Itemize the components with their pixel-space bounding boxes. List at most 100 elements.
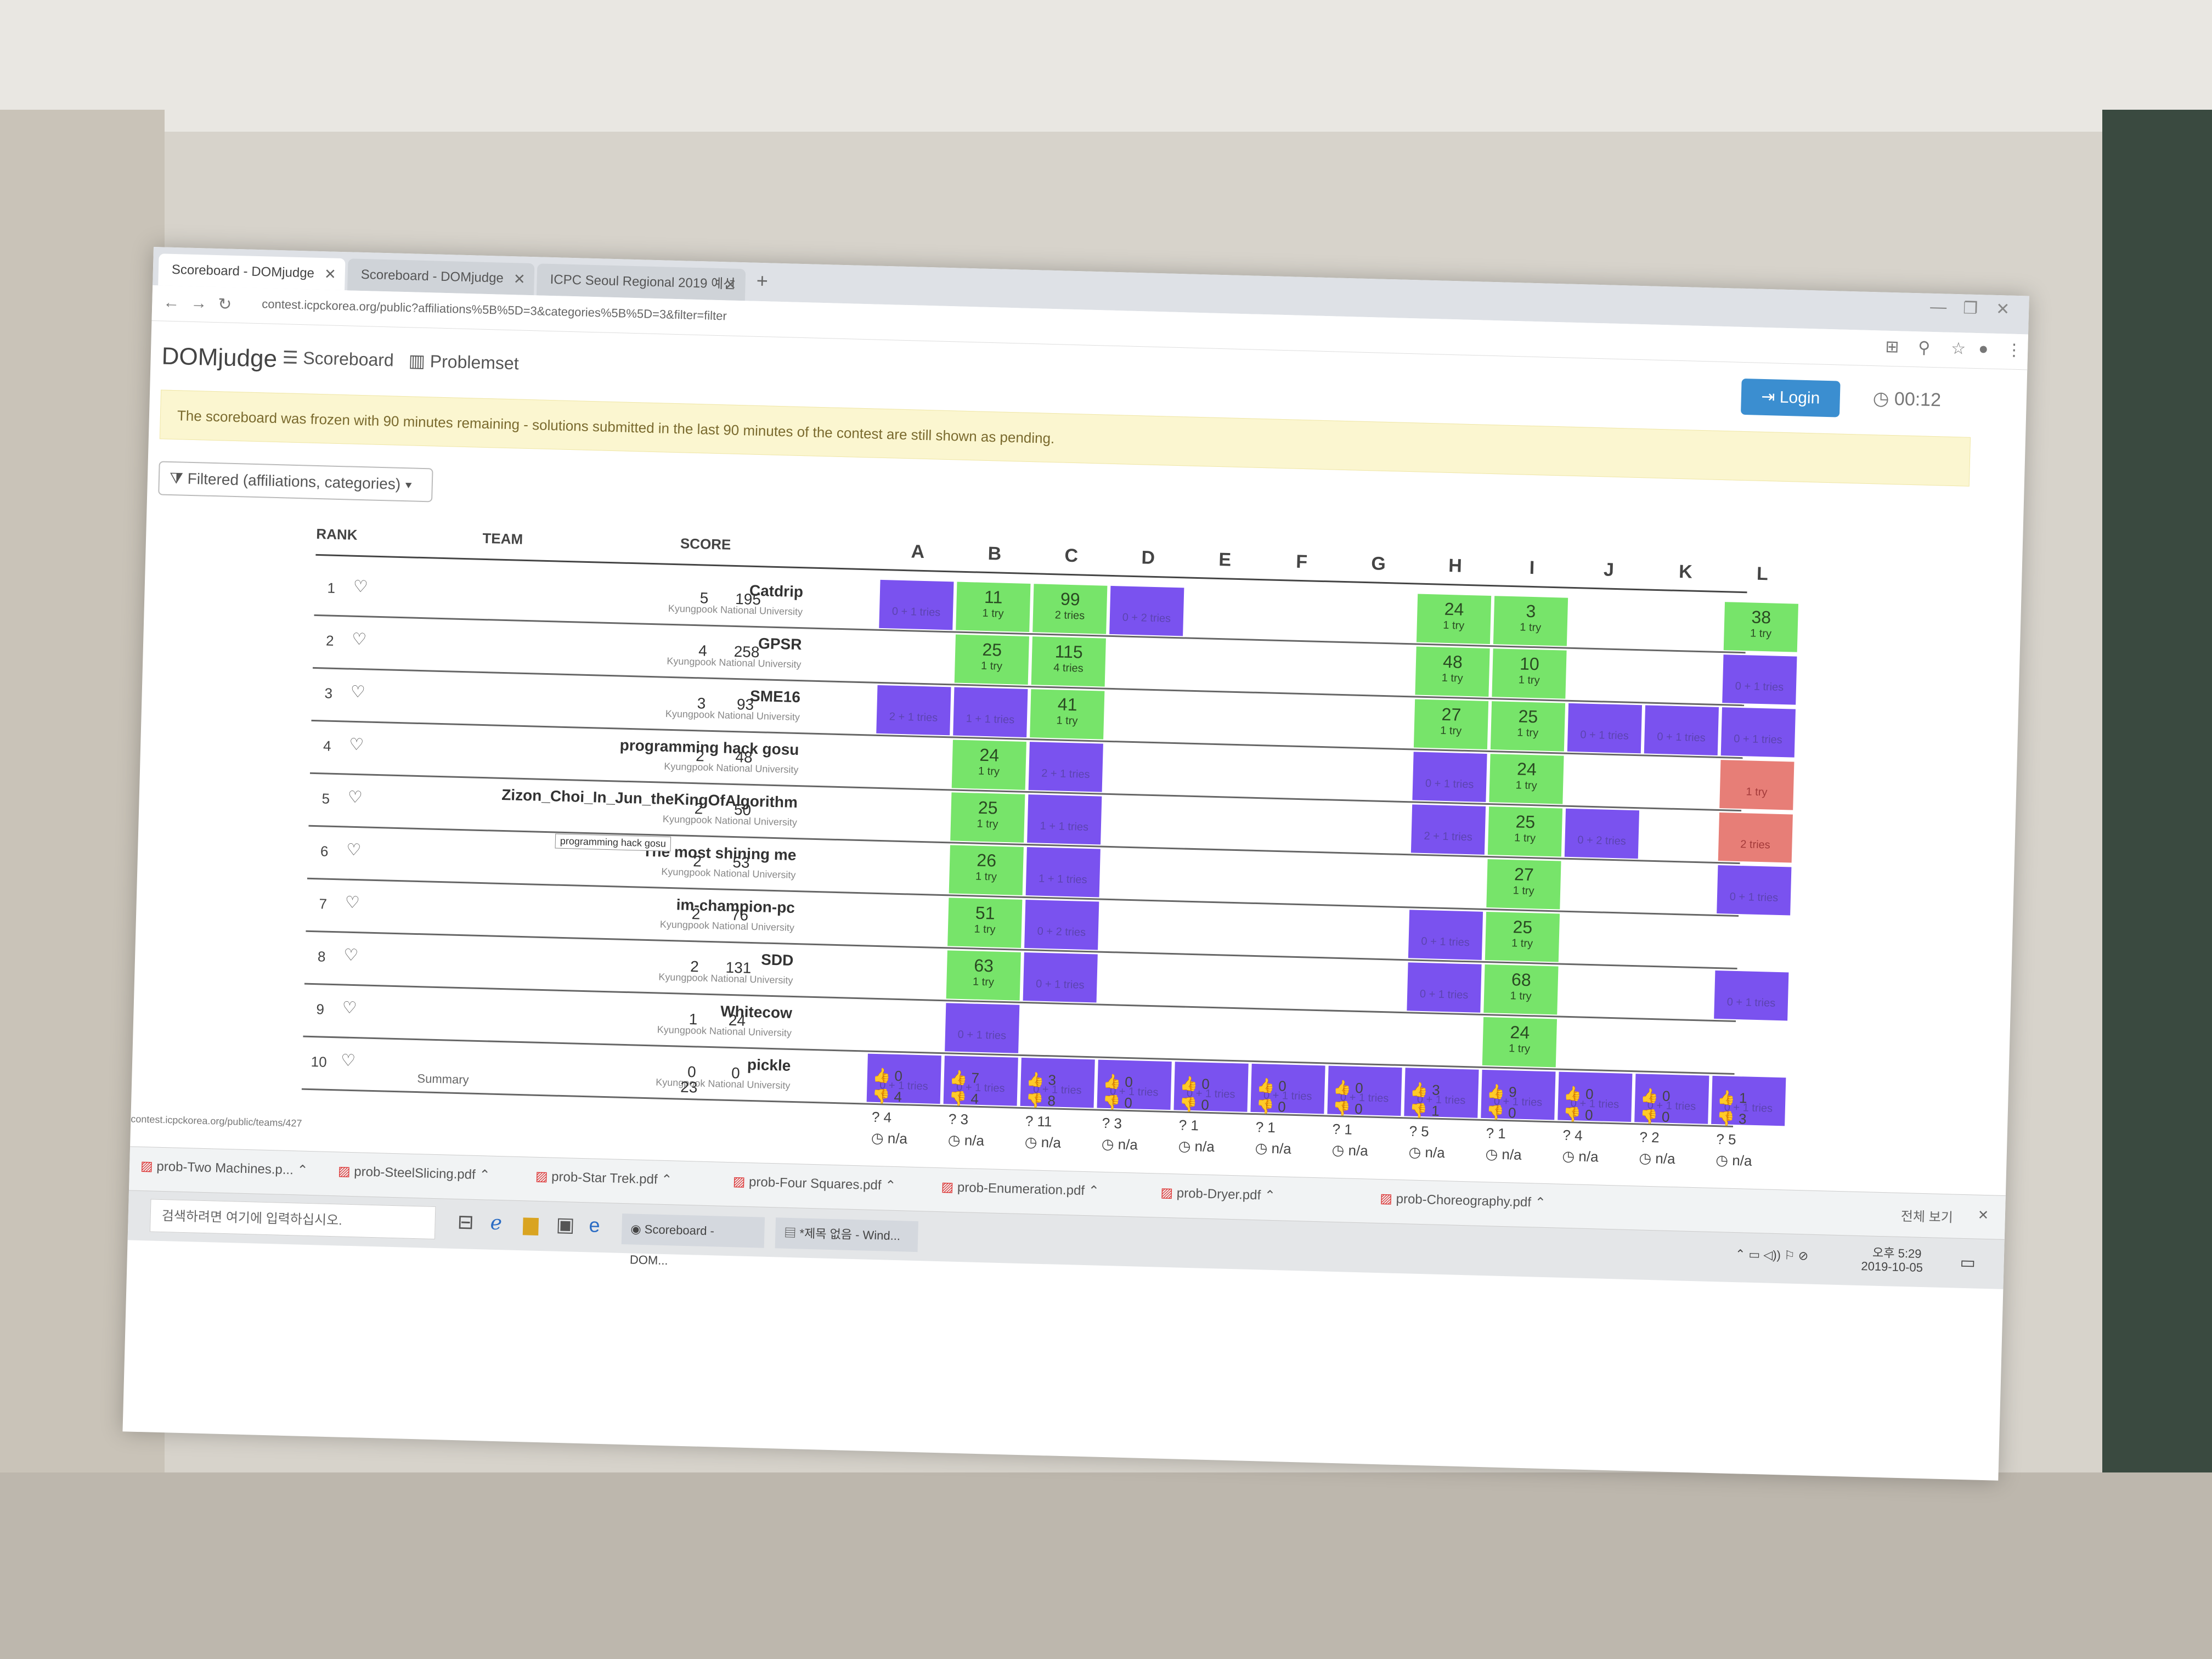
chevron-up-icon[interactable]: ⌃ [881, 1178, 896, 1193]
chevron-up-icon[interactable]: ⌃ [293, 1163, 308, 1178]
zoom-icon[interactable]: ⚲ [1918, 338, 1931, 358]
maximize-icon[interactable]: ❐ [1963, 298, 1978, 318]
menu-icon[interactable]: ⋮ [2006, 340, 2023, 360]
score-cell-solved[interactable]: 115 4 tries [1031, 636, 1106, 687]
score-cell-solved[interactable]: 24 1 try [951, 740, 1026, 790]
score-cell-pending[interactable]: 0 + 2 tries [1109, 585, 1184, 636]
score-cell-pending[interactable]: 0 + 2 tries [1564, 808, 1640, 859]
score-cell-pending[interactable]: 1 + 1 tries [953, 687, 1028, 737]
score-cell-solved[interactable]: 10 1 try [1492, 648, 1567, 699]
score-cell-pending[interactable]: 0 + 1 tries [1567, 703, 1643, 754]
filter-dropdown[interactable]: ⧩ Filtered (affiliations, categories) ▾ [158, 461, 433, 503]
score-cell-solved[interactable]: 24 1 try [1416, 594, 1492, 645]
task-view-icon[interactable]: ⊟ [457, 1210, 474, 1234]
score-cell-solved[interactable]: 48 1 try [1415, 646, 1490, 697]
edge-icon[interactable]: ℯ [490, 1211, 502, 1235]
reload-icon[interactable]: ↻ [218, 295, 232, 314]
score-cell-pending[interactable]: 0 + 1 tries [879, 579, 954, 630]
score-cell-solved[interactable]: 25 1 try [954, 634, 1029, 685]
score-cell-pending[interactable]: 0 + 1 tries [1717, 865, 1792, 916]
favorite-heart-icon[interactable]: ♡ [352, 630, 367, 650]
download-item[interactable]: ▨ prob-Two Machines.p... ⌃ [140, 1158, 308, 1178]
download-item[interactable]: ▨ prob-Dryer.pdf ⌃ [1160, 1185, 1276, 1204]
score-cell-solved[interactable]: 63 1 try [946, 950, 1021, 1001]
problem-header-d[interactable]: D [1111, 546, 1185, 569]
nav-scoreboard[interactable]: ☰ Scoreboard [282, 347, 394, 370]
download-item[interactable]: ▨ prob-Four Squares.pdf ⌃ [732, 1173, 896, 1194]
score-cell-solved[interactable]: 27 1 try [1486, 859, 1561, 910]
problem-header-k[interactable]: K [1649, 561, 1723, 584]
score-cell-solved[interactable]: 25 1 try [950, 792, 1025, 843]
favorite-heart-icon[interactable]: ♡ [345, 893, 360, 913]
problem-header-l[interactable]: L [1725, 562, 1799, 585]
close-icon[interactable]: ✕ [513, 263, 526, 295]
score-cell-pending[interactable]: 0 + 1 tries [1714, 970, 1789, 1021]
back-icon[interactable]: ← [163, 293, 180, 312]
profile-icon[interactable]: ● [1978, 340, 1989, 358]
problem-header-b[interactable]: B [957, 543, 1031, 566]
close-icon[interactable]: ✕ [724, 268, 737, 301]
score-cell-solved[interactable]: 25 1 try [1487, 806, 1563, 857]
taskbar-search[interactable]: 검색하려면 여기에 입력하십시오. [149, 1199, 436, 1240]
close-icon[interactable]: ✕ [324, 258, 337, 290]
score-cell-solved[interactable]: 68 1 try [1483, 964, 1559, 1015]
close-downloads-icon[interactable]: ✕ [1978, 1207, 1989, 1224]
problem-header-i[interactable]: I [1495, 556, 1569, 579]
favorite-heart-icon[interactable]: ♡ [342, 998, 357, 1018]
score-cell-pending[interactable]: 0 + 2 tries [1024, 900, 1099, 950]
score-cell-pending[interactable]: 0 + 1 tries [1023, 952, 1098, 1003]
nav-problemset[interactable]: ▥ Problemset [408, 350, 519, 374]
score-cell-solved[interactable]: 99 2 tries [1032, 584, 1108, 634]
score-cell-solved[interactable]: 31 try [1493, 596, 1568, 646]
chevron-up-icon[interactable]: ⌃ [1085, 1183, 1099, 1199]
problem-header-e[interactable]: E [1188, 549, 1262, 572]
score-cell-wrong[interactable]: 1 try [1719, 760, 1795, 810]
file-explorer-icon[interactable]: ▆ [523, 1212, 539, 1235]
score-cell-solved[interactable]: 26 1 try [949, 845, 1024, 895]
bookmark-star-icon[interactable]: ☆ [1951, 339, 1966, 359]
score-cell-solved[interactable]: 38 1 try [1723, 602, 1798, 652]
tab-scoreboard-2[interactable]: Scoreboard - DOMjudge ✕ [347, 258, 535, 296]
score-cell-wrong[interactable]: 2 tries [1718, 812, 1793, 863]
score-cell-pending[interactable]: 1 + 1 tries [1027, 794, 1102, 845]
minimize-icon[interactable]: — [1930, 298, 1947, 317]
score-cell-solved[interactable]: 41 1 try [1030, 689, 1105, 740]
taskbar-app-chrome[interactable]: ◉ Scoreboard - DOM... [621, 1213, 765, 1267]
tab-icpc-seoul[interactable]: ICPC Seoul Regional 2019 예선 ✕ [536, 263, 746, 301]
window-close-icon[interactable]: ✕ [1996, 300, 2010, 319]
chevron-up-icon[interactable]: ⌃ [657, 1172, 673, 1188]
favorite-heart-icon[interactable]: ♡ [341, 1051, 356, 1070]
problem-header-a[interactable]: A [881, 540, 955, 563]
new-tab-icon[interactable]: + [756, 269, 768, 293]
score-cell-pending[interactable]: 0 + 1 tries [1407, 962, 1482, 1013]
problem-header-f[interactable]: F [1265, 550, 1339, 573]
score-cell-solved[interactable]: 25 1 try [1485, 912, 1560, 962]
forward-icon[interactable]: → [190, 294, 207, 313]
favorite-heart-icon[interactable]: ♡ [350, 682, 365, 702]
url-field[interactable]: contest.icpckorea.org/public?affiliation… [262, 297, 727, 323]
score-cell-solved[interactable]: 24 1 try [1482, 1017, 1558, 1068]
favorite-heart-icon[interactable]: ♡ [349, 735, 364, 755]
tray-icons[interactable]: ⌃ ▭ ◁)) ⚐ ⊘ [1735, 1247, 1809, 1263]
translate-icon[interactable]: ⊞ [1885, 337, 1899, 357]
notification-icon[interactable]: ▭ [1960, 1253, 1976, 1273]
favorite-heart-icon[interactable]: ♡ [343, 946, 359, 966]
problem-header-g[interactable]: G [1341, 552, 1415, 575]
store-icon[interactable]: ▣ [556, 1213, 575, 1237]
favorite-heart-icon[interactable]: ♡ [346, 840, 362, 860]
chevron-up-icon[interactable]: ⌃ [475, 1167, 490, 1183]
problem-header-h[interactable]: H [1418, 555, 1492, 578]
score-cell-pending[interactable]: 0 + 1 tries [1722, 654, 1797, 705]
login-button[interactable]: ⇥ Login [1740, 378, 1841, 417]
taskbar-app-notepad[interactable]: ▤ *제목 없음 - Wind... [775, 1217, 918, 1252]
score-cell-solved[interactable]: 24 1 try [1489, 754, 1564, 804]
favorite-heart-icon[interactable]: ♡ [347, 788, 363, 808]
score-cell-solved[interactable]: 51 1 try [947, 898, 1023, 948]
score-cell-pending[interactable]: 0 + 1 tries [1408, 910, 1483, 960]
problem-header-j[interactable]: J [1572, 558, 1646, 582]
ie-icon[interactable]: e [589, 1214, 600, 1237]
score-cell-pending[interactable]: 2 + 1 tries [876, 685, 951, 736]
score-cell-pending[interactable]: 0 + 1 tries [1720, 707, 1796, 758]
problem-header-c[interactable]: C [1034, 544, 1108, 567]
score-cell-pending[interactable]: 1 + 1 tries [1025, 847, 1101, 898]
